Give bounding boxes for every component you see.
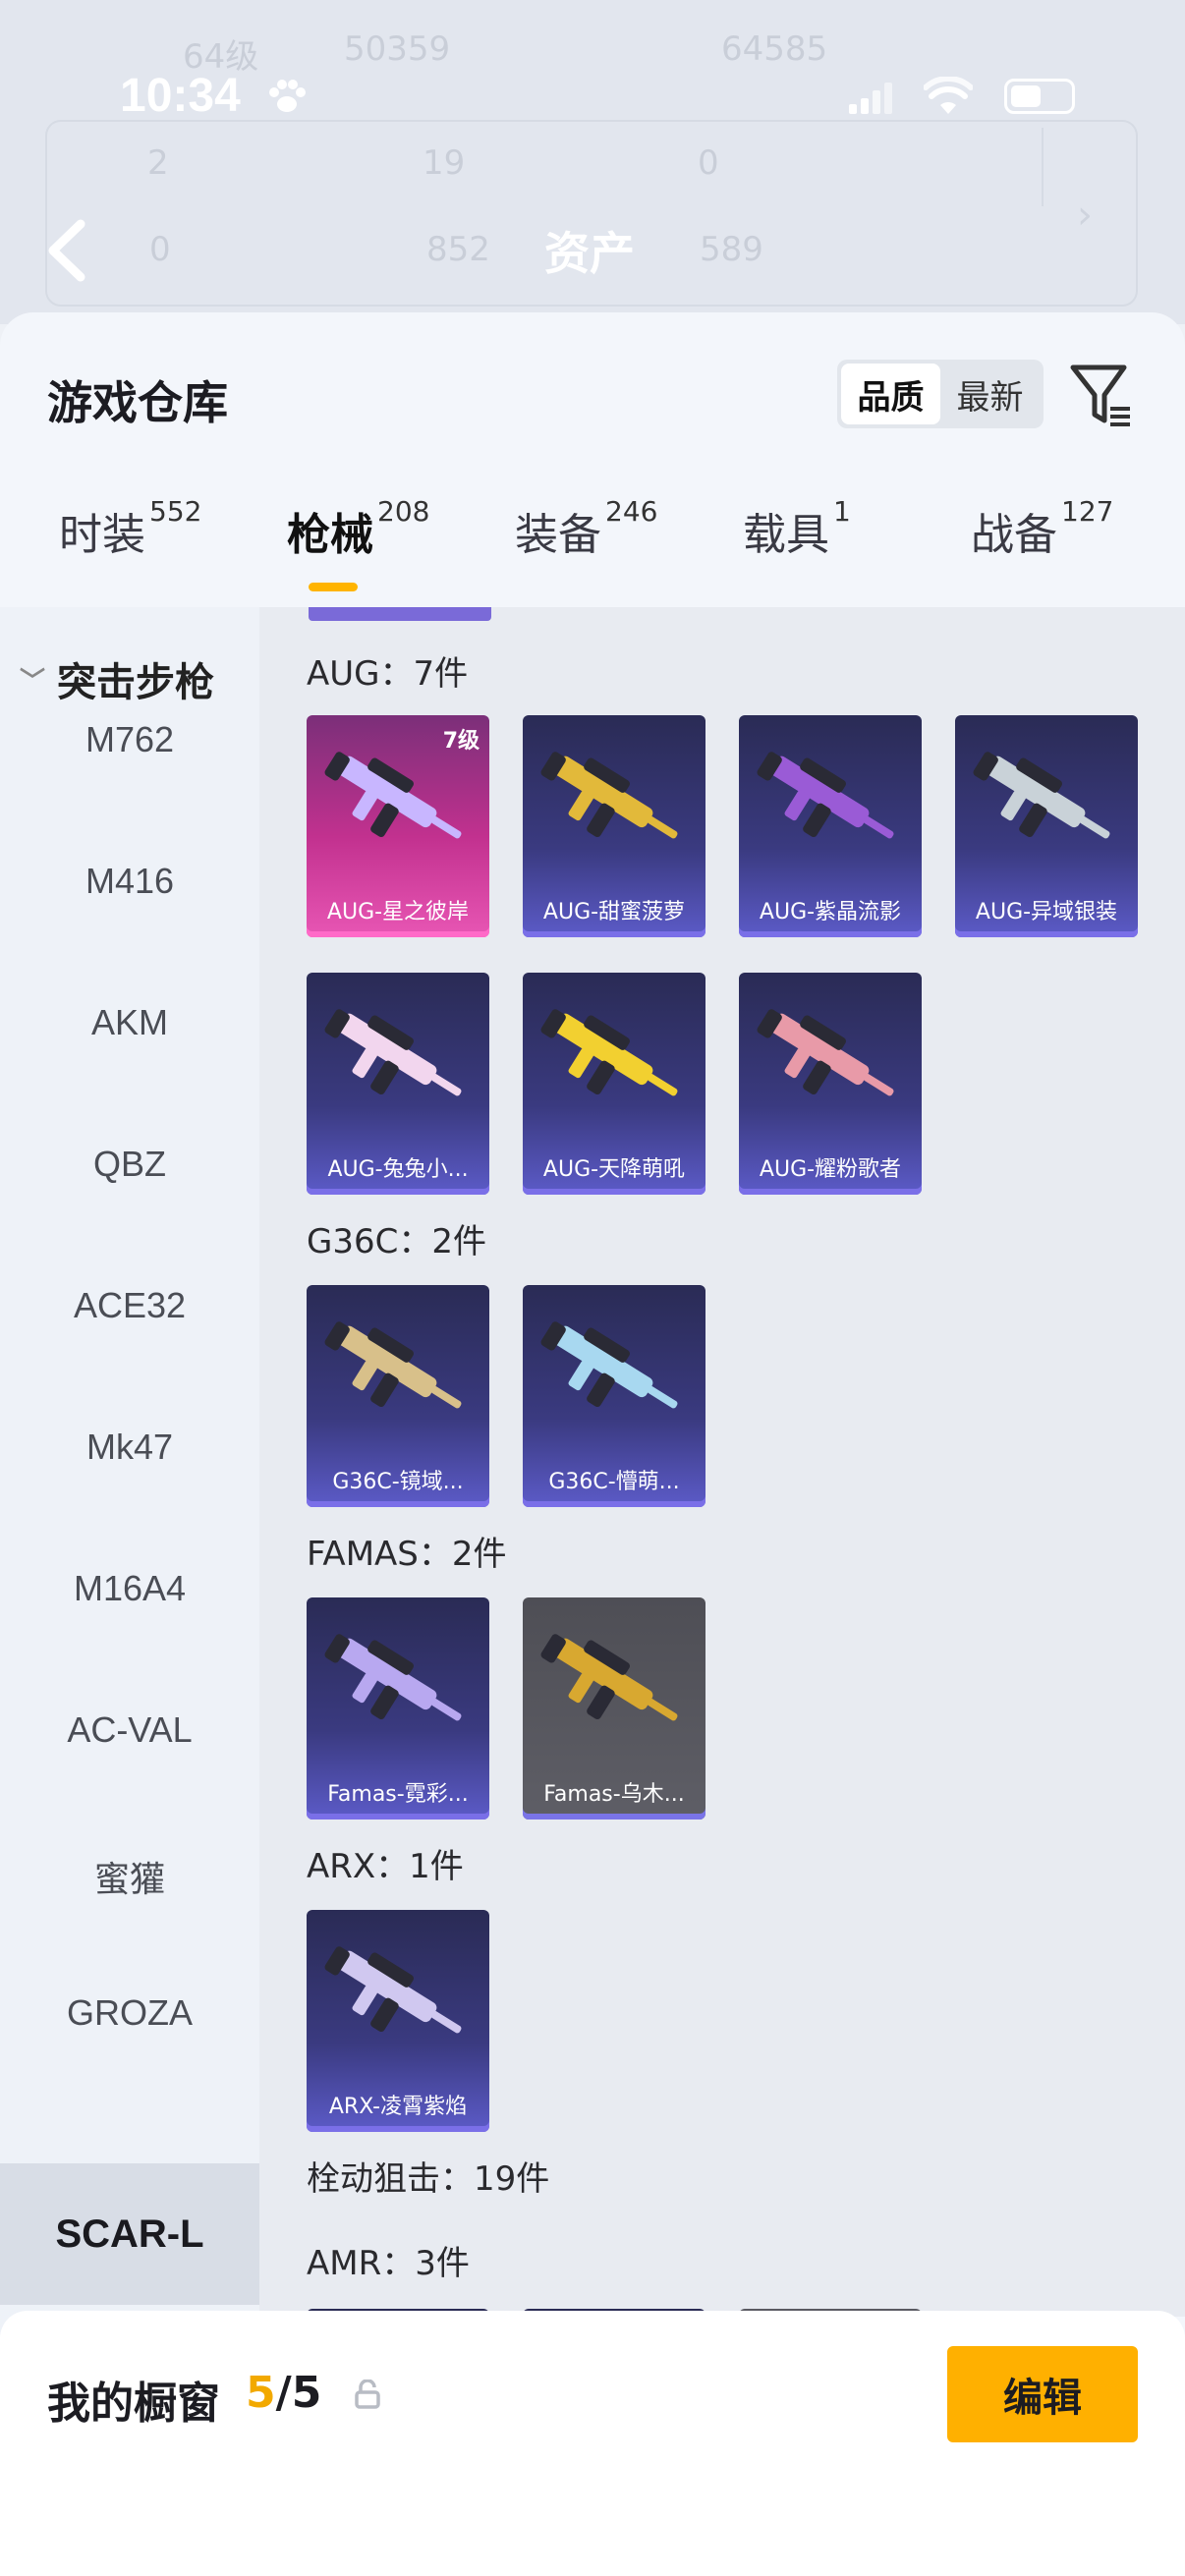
weapon-card[interactable]: ARX-凌霄紫焰 [307,1910,489,2132]
sidebar-item-ace32[interactable]: ACE32 [0,1285,259,1326]
rifle-icon [540,752,678,839]
chevron-down-icon: ﹀ [20,666,46,697]
previous-card-edge [309,607,491,621]
group-title-arx: ARX：1件 [307,1847,464,1886]
rifle-icon [324,752,462,839]
status-time: 10:34 [120,70,241,122]
sort-quality-button[interactable]: 品质 [841,364,940,424]
tab-guns[interactable]: 枪械 208 [287,495,429,562]
sidebar-item-akm[interactable]: AKM [0,1002,259,1043]
weapon-card[interactable]: G36C-镜域... [307,1285,489,1507]
warehouse-panel: 游戏仓库 品质 最新 时装 552 枪械 208 装备 246 载具 1 战备 127 ﹀… [0,312,1185,2576]
signal-icon [849,83,892,114]
wifi-icon [924,77,973,114]
weapon-card-label: AUG-星之彼岸 [326,900,470,924]
rifle-icon [324,1009,462,1096]
sidebar-item-ac-val[interactable]: AC-VAL [0,1709,259,1751]
weapon-card-label: AUG-天降萌吼 [542,1157,686,1182]
showcase-separator: / [275,2368,292,2418]
weapon-card[interactable]: AUG-甜蜜菠萝 [523,715,705,937]
tab-equipment[interactable]: 装备 246 [515,495,657,562]
tab-fashion[interactable]: 时装 552 [59,495,201,562]
filter-icon[interactable] [1069,362,1134,430]
weapon-card[interactable]: G36C-懵萌... [523,1285,705,1507]
rifle-icon [757,752,894,839]
page-title: 资产 [544,227,635,280]
weapon-card-label: AUG-耀粉歌者 [759,1157,902,1182]
showcase-bar: 我的橱窗 5/5 编辑 [0,2311,1185,2576]
weapon-card[interactable]: Famas-霓彩... [307,1597,489,1820]
weapon-card-label: AUG-甜蜜菠萝 [542,900,686,924]
sidebar-item-m762[interactable]: M762 [0,719,259,760]
weapon-card[interactable]: 7级 AUG-星之彼岸 [307,715,489,937]
weapon-card[interactable]: AUG-异域银装 [955,715,1138,937]
chevron-right-icon: › [1077,193,1093,238]
weapon-card-label: Famas-霓彩... [327,1782,469,1807]
weapon-card[interactable]: AUG-天降萌吼 [523,973,705,1195]
rifle-icon [324,1634,462,1721]
weapon-card-label: G36C-懵萌... [548,1470,680,1494]
paw-icon [269,80,306,112]
rifle-icon [973,752,1110,839]
edit-button[interactable]: 编辑 [947,2346,1138,2442]
weapon-card[interactable]: AUG-紫晶流影 [739,715,922,937]
rifle-icon [324,1321,462,1409]
weapon-card[interactable]: AUG-耀粉歌者 [739,973,922,1195]
rival-score: 64585 [721,29,828,69]
warehouse-title: 游戏仓库 [47,376,228,429]
sidebar-category-label: 突击步枪 [57,660,215,705]
category-tabs: 时装 552 枪械 208 装备 246 载具 1 战备 127 [0,495,1185,597]
player-score: 50359 [344,29,451,69]
header-divider [1042,128,1044,206]
weapon-card-label: AUG-紫晶流影 [759,900,902,924]
showcase-total: 5 [291,2368,322,2418]
tab-combat-supplies[interactable]: 战备 127 [971,495,1113,562]
showcase-label: 我的橱窗 [47,2379,220,2429]
battery-icon [1004,79,1075,114]
sidebar-item-groza[interactable]: GROZA [0,1992,259,2034]
sidebar-item-m416[interactable]: M416 [0,861,259,902]
sidebar-category[interactable]: ﹀ 突击步枪 [20,650,214,707]
showcase-count: 5/5 [246,2368,321,2418]
group-title-g36c: G36C：2件 [307,1222,486,1261]
weapon-card[interactable]: Famas-乌木... [523,1597,705,1820]
weapon-card-label: AUG-异域银装 [975,900,1118,924]
group-title-amr: AMR：3件 [307,2244,470,2283]
back-arrow-icon[interactable] [39,216,98,285]
sort-newest-button[interactable]: 最新 [940,364,1040,424]
weapon-level-badge: 7级 [442,729,480,754]
rifle-icon [324,1946,462,2034]
active-tab-indicator [309,583,358,591]
rifle-icon [540,1321,678,1409]
weapon-card-label: Famas-乌木... [543,1782,685,1807]
top-header: 64级 50359 64585 2 19 0 0 852 589 10:34 资… [0,0,1185,324]
showcase-current: 5 [246,2368,276,2418]
weapon-sidebar: ﹀ 突击步枪 M762 M416 AKM QBZ ACE32 Mk47 M16A… [0,607,259,2474]
sort-toggle: 品质 最新 [837,360,1044,428]
weapon-card-label: AUG-兔兔小... [327,1157,469,1182]
rifle-icon [757,1009,894,1096]
group-title-bolt-sniper: 栓动狙击：19件 [307,2159,550,2199]
sidebar-item-honey-badger[interactable]: 蜜獾 [0,1851,259,1902]
weapon-card-label: ARX-凌霄紫焰 [328,2095,468,2119]
sidebar-item-m16a4[interactable]: M16A4 [0,1568,259,1609]
group-title-famas: FAMAS：2件 [307,1535,507,1574]
weapon-card[interactable]: AUG-兔兔小... [307,973,489,1195]
sidebar-item-mk47[interactable]: Mk47 [0,1427,259,1468]
weapon-grid: AUG：7件 G36C：2件 FAMAS：2件 ARX：1件 栓动狙击：19件 … [259,607,1185,2317]
rifle-icon [540,1634,678,1721]
weapon-card-label: G36C-镜域... [332,1470,464,1494]
rifle-icon [540,1009,678,1096]
tab-vehicles[interactable]: 载具 1 [743,495,851,562]
sidebar-item-qbz[interactable]: QBZ [0,1144,259,1185]
group-title-aug: AUG：7件 [307,654,469,694]
sidebar-item-scar-l[interactable]: SCAR-L [0,2163,259,2305]
lock-icon [355,2380,380,2409]
